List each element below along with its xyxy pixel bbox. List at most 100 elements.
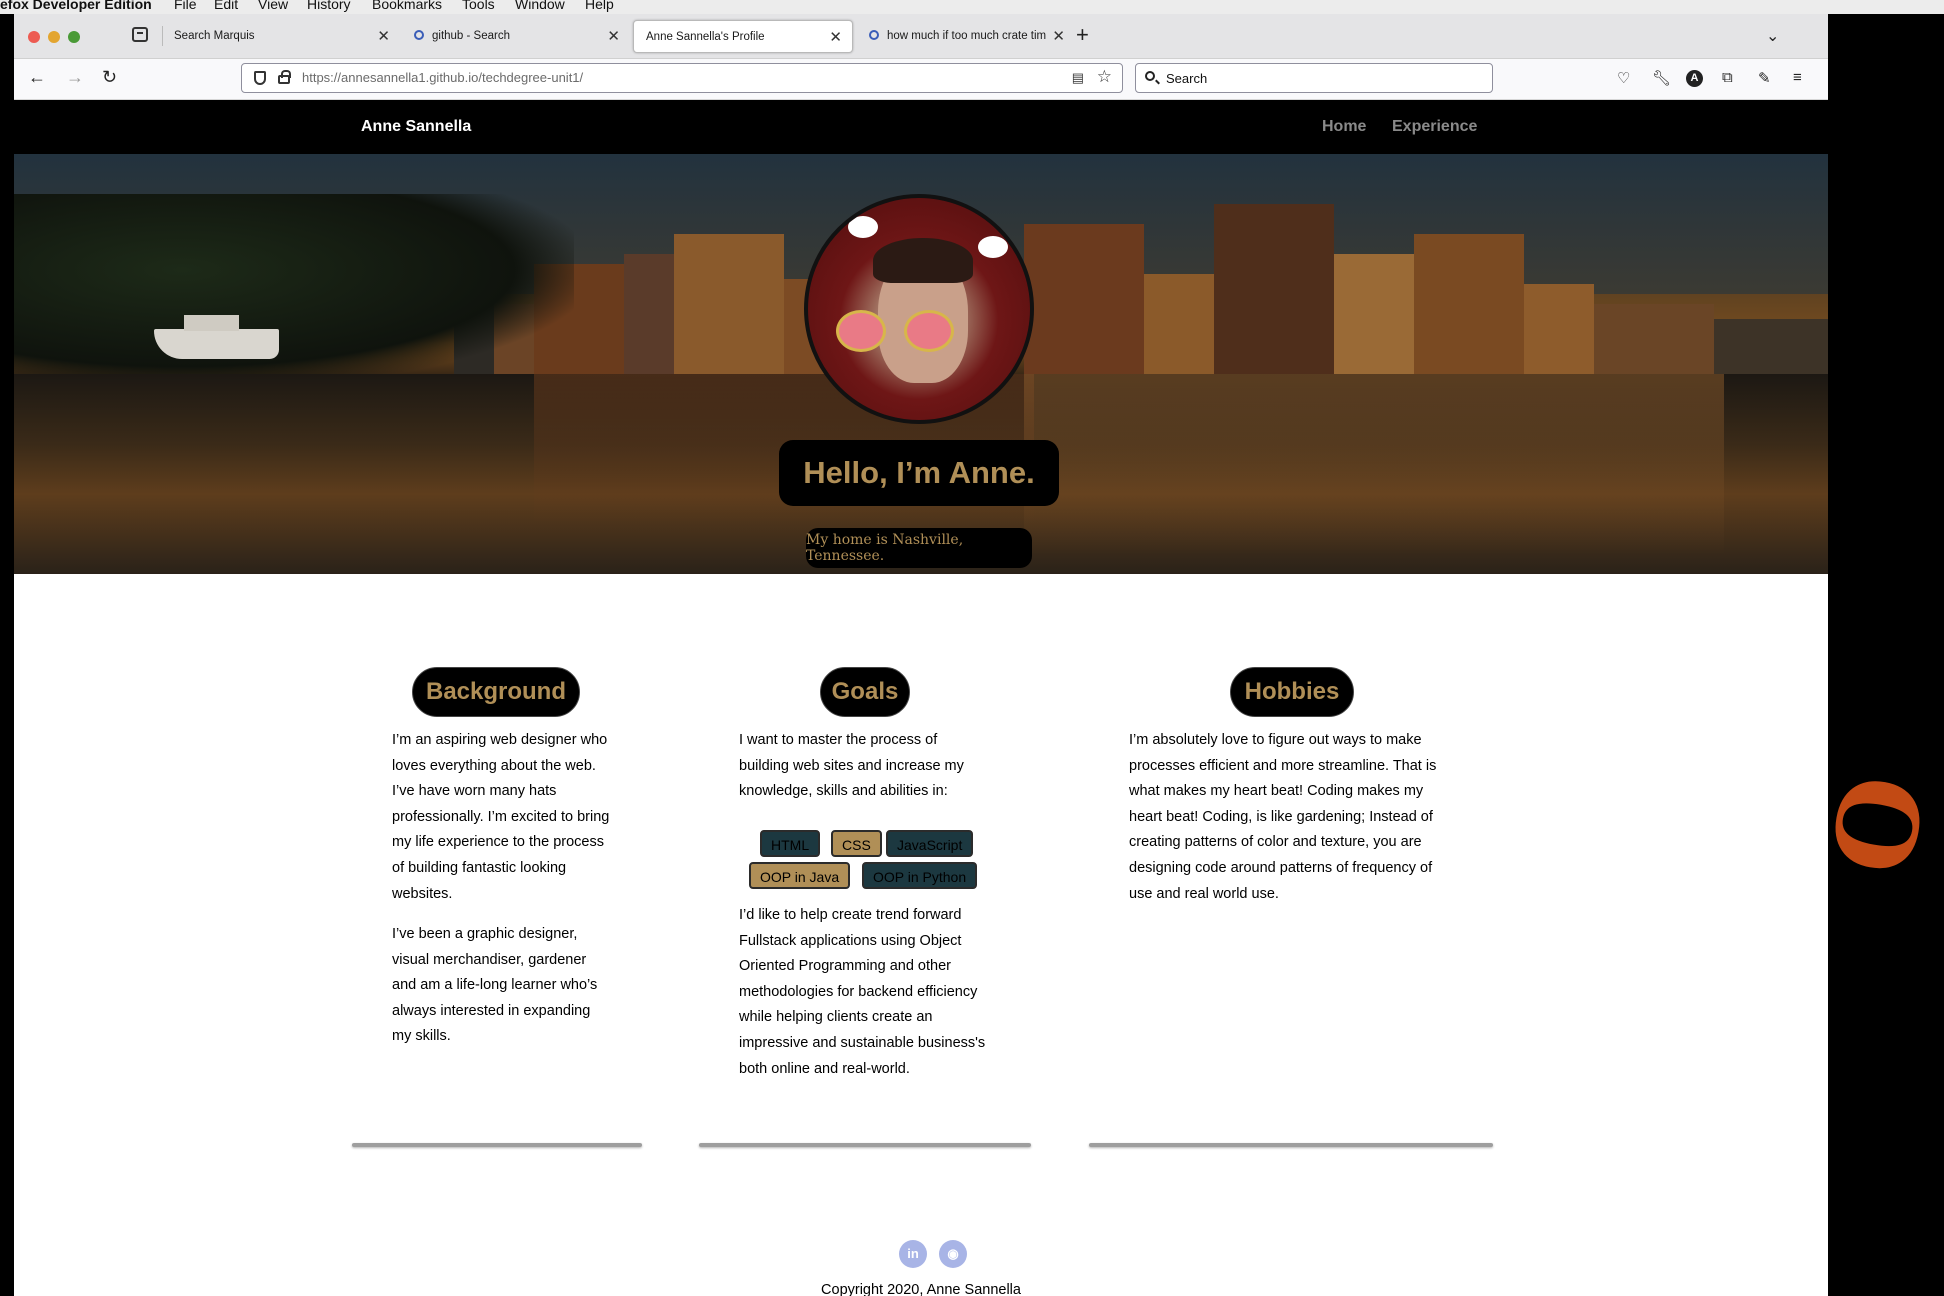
menu-history[interactable]: History xyxy=(307,0,351,11)
window-zoom-button[interactable] xyxy=(68,31,80,43)
skill-badge-css: CSS xyxy=(831,830,882,857)
tab-search-marquis[interactable]: Search Marquis ✕ xyxy=(162,20,400,53)
hero-boat xyxy=(154,315,279,359)
menu-window[interactable]: Window xyxy=(515,0,565,11)
tab-close-icon[interactable]: ✕ xyxy=(1052,20,1065,53)
tab-title: Search Marquis xyxy=(174,30,255,42)
search-icon xyxy=(1145,71,1155,81)
reader-view-icon[interactable]: ▤ xyxy=(1072,70,1084,86)
tab-close-icon[interactable]: ✕ xyxy=(377,20,390,53)
tab-overview-icon[interactable] xyxy=(132,27,148,42)
skyline-building xyxy=(674,234,784,374)
skyline-building xyxy=(1414,234,1524,374)
site-header: Anne Sannella Home Experience xyxy=(14,100,1828,154)
bookmark-star-icon[interactable]: ☆ xyxy=(1097,67,1112,87)
goals-heading-pill: Goals xyxy=(820,667,910,717)
goals-outro: I’d like to help create trend forward Fu… xyxy=(739,907,986,1077)
search-input[interactable] xyxy=(1166,64,1466,92)
list-all-tabs-chevron-icon[interactable]: ⌄ xyxy=(1766,26,1779,46)
address-bar[interactable]: https://annesannella1.github.io/techdegr… xyxy=(241,63,1123,93)
goals-card-bottom xyxy=(699,1143,1031,1147)
search-box[interactable] xyxy=(1135,63,1493,93)
url-host: https://annesannella1.github.io xyxy=(302,70,479,85)
skyline-building xyxy=(1594,304,1714,374)
extension-icon[interactable]: ✎ xyxy=(1758,69,1771,87)
macos-menubar: efox Developer Edition File Edit View Hi… xyxy=(0,0,1944,14)
tab-strip: Search Marquis ✕ github - Search ✕ Anne … xyxy=(14,14,1828,59)
menu-edit[interactable]: Edit xyxy=(214,0,238,11)
tab-close-icon[interactable]: ✕ xyxy=(829,21,842,52)
menu-file[interactable]: File xyxy=(174,0,197,11)
new-tab-plus-icon[interactable]: + xyxy=(1076,22,1089,48)
avatar-hair xyxy=(873,238,973,283)
github-icon[interactable]: ◉ xyxy=(939,1240,967,1268)
skyline-building xyxy=(1144,274,1214,374)
menu-bookmarks[interactable]: Bookmarks xyxy=(372,0,442,11)
linkedin-icon[interactable]: in xyxy=(899,1240,927,1268)
avatar-glasses-lens xyxy=(904,310,954,352)
lock-icon[interactable] xyxy=(278,70,291,84)
site-brand[interactable]: Anne Sannella xyxy=(361,100,471,154)
background-heading-pill: Background xyxy=(412,667,580,717)
menu-tools[interactable]: Tools xyxy=(462,0,495,11)
pocket-icon[interactable]: ♡ xyxy=(1617,69,1630,87)
menu-view[interactable]: View xyxy=(258,0,288,11)
hobbies-paragraph: I’m absolutely love to figure out ways t… xyxy=(1129,732,1437,902)
window-minimize-button[interactable] xyxy=(48,31,60,43)
profile-avatar xyxy=(804,194,1034,424)
goals-intro: I want to master the process of building… xyxy=(739,732,964,800)
navigation-toolbar: ← → ↻ https://annesannella1.github.io/te… xyxy=(14,59,1828,100)
goals-heading: Goals xyxy=(831,678,899,705)
account-avatar-icon[interactable]: A xyxy=(1686,70,1703,87)
nav-link-experience[interactable]: Experience xyxy=(1392,100,1477,154)
skyline-building xyxy=(1524,284,1594,374)
water-reflection xyxy=(1024,374,1724,554)
hero-treeline xyxy=(14,194,574,384)
avatar-thought-bubble xyxy=(978,236,1008,258)
tab-title: how much if too much crate tim xyxy=(887,30,1047,42)
tab-close-icon[interactable]: ✕ xyxy=(607,20,620,53)
window-close-button[interactable] xyxy=(28,31,40,43)
skill-badge-javascript: JavaScript xyxy=(886,830,974,857)
search-icon xyxy=(869,30,879,40)
background-card-bottom xyxy=(352,1143,642,1147)
hero-title-box: Hello, I’m Anne. xyxy=(779,440,1059,506)
skyline-building xyxy=(1334,254,1414,374)
forward-arrow-icon[interactable]: → xyxy=(66,67,84,88)
search-icon xyxy=(414,30,424,40)
tab-divider xyxy=(162,26,163,46)
hobbies-card-bottom xyxy=(1089,1143,1493,1147)
tab-crate-time-search[interactable]: how much if too much crate tim ✕ xyxy=(857,20,1075,53)
skill-badge-oop-java: OOP in Java xyxy=(749,862,851,889)
extensions-puzzle-icon[interactable]: ⧉ xyxy=(1722,69,1733,86)
footer-copyright: Copyright 2020, Anne Sannella xyxy=(821,1282,1021,1296)
tab-title: Anne Sannella's Profile xyxy=(646,31,765,43)
skill-badge-html: HTML xyxy=(760,830,821,857)
skyline-building xyxy=(624,254,674,374)
tab-anne-sannella-profile[interactable]: Anne Sannella's Profile ✕ xyxy=(633,20,853,53)
avatar-glasses-lens xyxy=(836,310,886,352)
hero-subtitle-box: My home is Nashville, Tennessee. xyxy=(806,528,1032,568)
tab-title: github - Search xyxy=(432,30,510,42)
url-path: /techdegree-unit1/ xyxy=(478,70,584,85)
background-paragraph: I’ve been a graphic designer, visual mer… xyxy=(392,926,598,1045)
menu-help[interactable]: Help xyxy=(585,0,614,11)
tab-github-search[interactable]: github - Search ✕ xyxy=(402,20,630,53)
skill-badge-oop-python: OOP in Python xyxy=(862,862,978,889)
wrench-devtools-icon[interactable]: 🔧︎ xyxy=(1652,69,1671,87)
background-heading: Background xyxy=(425,678,566,705)
hero-subtitle: My home is Nashville, Tennessee. xyxy=(806,532,964,564)
back-arrow-icon[interactable]: ← xyxy=(28,67,46,88)
hobbies-heading-pill: Hobbies xyxy=(1230,667,1354,717)
hero-title: Hello, I’m Anne. xyxy=(803,455,1035,490)
nav-link-home[interactable]: Home xyxy=(1322,100,1366,154)
hero-banner: Hello, I’m Anne. My home is Nashville, T… xyxy=(14,154,1828,574)
url-text[interactable]: https://annesannella1.github.io/techdegr… xyxy=(302,64,583,92)
app-menu[interactable]: efox Developer Edition xyxy=(0,0,152,11)
hamburger-menu-icon[interactable]: ≡ xyxy=(1793,69,1802,86)
skyline-building xyxy=(1214,204,1334,374)
reload-icon[interactable]: ↻ xyxy=(102,67,117,88)
web-page: Anne Sannella Home Experience Hello, I’m… xyxy=(14,100,1828,1296)
tracking-protection-shield-icon[interactable] xyxy=(254,71,266,85)
browser-window: Search Marquis ✕ github - Search ✕ Anne … xyxy=(14,14,1828,1296)
